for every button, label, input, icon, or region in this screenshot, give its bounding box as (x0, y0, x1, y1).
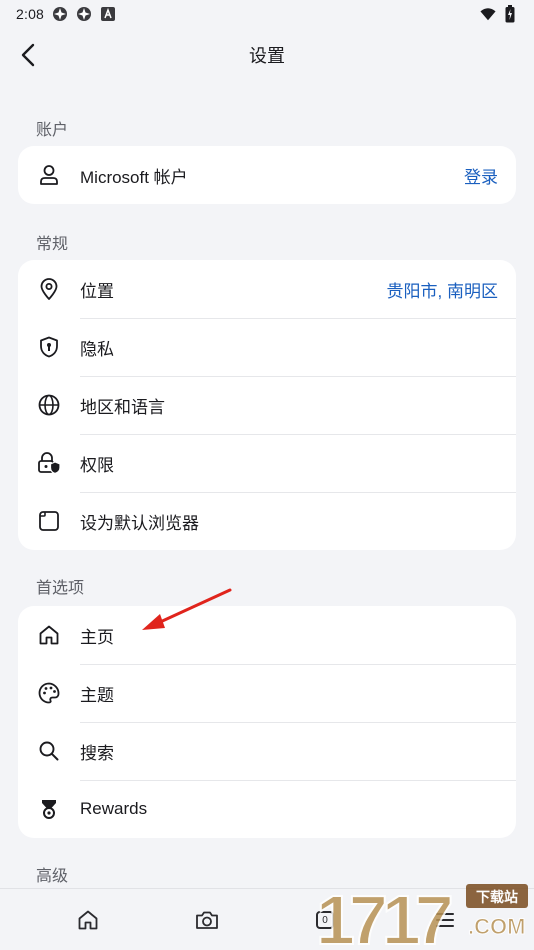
account-card: Microsoft 帐户 登录 (18, 146, 516, 204)
row-label: Rewards (80, 799, 148, 818)
row-region-language[interactable]: 地区和语言 (18, 376, 516, 434)
header: 设置 (0, 28, 534, 82)
section-title-preferences: 首选项 (36, 580, 85, 597)
trophy-icon (18, 780, 80, 838)
status-left: 2:08 (16, 6, 116, 22)
row-location[interactable]: 位置 贵阳市, 南明区 (18, 260, 516, 318)
sign-in-link[interactable]: 登录 (464, 163, 516, 188)
app-notification-icon (76, 6, 92, 22)
row-label: Microsoft 帐户 (80, 167, 188, 187)
page-title: 设置 (249, 46, 285, 66)
wifi-icon (480, 6, 496, 22)
row-label: 主页 (80, 627, 114, 647)
section-title-advanced: 高级 (36, 868, 69, 885)
nav-home-button[interactable] (71, 903, 105, 937)
app-notification-icon (52, 6, 68, 22)
nav-tabs-button[interactable]: 0 (308, 903, 342, 937)
row-rewards[interactable]: Rewards (18, 780, 516, 838)
location-pin-icon (18, 260, 80, 318)
row-label: 位置 (80, 281, 114, 301)
browser-window-icon (18, 492, 80, 550)
general-card: 位置 贵阳市, 南明区 隐私 地区和语言 权限 设为默认浏览器 (18, 260, 516, 550)
nav-camera-button[interactable] (190, 903, 224, 937)
row-microsoft-account[interactable]: Microsoft 帐户 登录 (18, 146, 516, 204)
section-title-general: 常规 (36, 236, 69, 253)
globe-icon (18, 376, 80, 434)
lock-shield-icon (18, 434, 80, 492)
row-label: 设为默认浏览器 (80, 513, 199, 533)
status-time: 2:08 (16, 6, 45, 22)
row-search[interactable]: 搜索 (18, 722, 516, 780)
search-icon (18, 722, 80, 780)
home-icon (78, 910, 98, 930)
row-label: 搜索 (80, 743, 114, 763)
battery-icon (502, 5, 518, 23)
menu-icon (436, 913, 454, 927)
row-homepage[interactable]: 主页 (18, 606, 516, 664)
preferences-card: 主页 主题 搜索 Rewards (18, 606, 516, 838)
home-icon (18, 606, 80, 664)
row-label: 主题 (80, 685, 114, 705)
row-permissions[interactable]: 权限 (18, 434, 516, 492)
settings-content: 账户 Microsoft 帐户 登录 常规 位置 贵阳市, 南明区 隐私 地区和… (0, 82, 534, 894)
location-value[interactable]: 贵阳市, 南明区 (387, 277, 516, 302)
status-bar: 2:08 (0, 0, 534, 28)
status-right (480, 5, 518, 23)
row-default-browser[interactable]: 设为默认浏览器 (18, 492, 516, 550)
shield-lock-icon (18, 318, 80, 376)
font-notification-icon (100, 6, 116, 22)
row-label: 隐私 (80, 339, 114, 359)
row-label: 权限 (80, 455, 114, 475)
section-title-account: 账户 (36, 122, 69, 139)
row-label: 地区和语言 (80, 397, 165, 417)
person-icon (18, 146, 80, 204)
nav-menu-button[interactable] (428, 903, 462, 937)
row-privacy[interactable]: 隐私 (18, 318, 516, 376)
palette-icon (18, 664, 80, 722)
bottom-nav: 0 (0, 888, 534, 950)
tabs-icon: 0 (316, 911, 334, 929)
camera-icon (196, 911, 218, 929)
row-theme[interactable]: 主题 (18, 664, 516, 722)
